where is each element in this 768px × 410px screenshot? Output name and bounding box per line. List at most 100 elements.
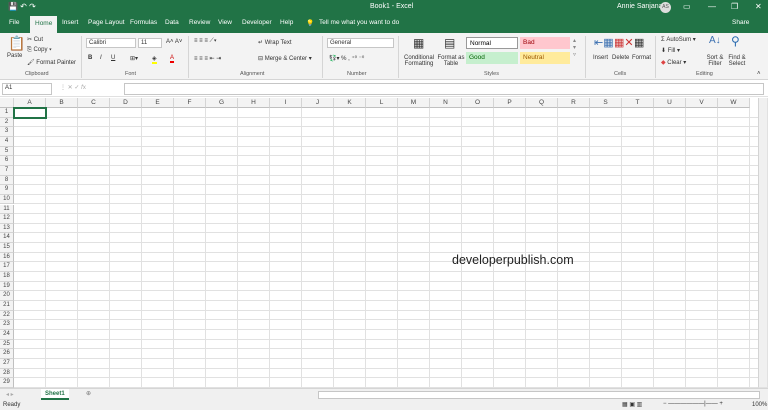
column-header[interactable]: O	[462, 98, 494, 108]
column-header[interactable]: V	[686, 98, 718, 108]
font-name-select[interactable]: Calibri	[86, 38, 136, 48]
maximize-icon[interactable]: ❐	[731, 2, 738, 11]
row-header[interactable]: 12	[0, 214, 14, 224]
column-header[interactable]: I	[270, 98, 302, 108]
row-header[interactable]: 15	[0, 243, 14, 253]
row-header[interactable]: 5	[0, 146, 14, 157]
styles-scroll[interactable]: ▴ ▾ ▿	[573, 37, 576, 58]
sheet-tab-sheet1[interactable]: Sheet1	[41, 389, 69, 400]
row-header[interactable]: 17	[0, 262, 14, 273]
minimize-icon[interactable]: —	[708, 2, 716, 11]
column-header[interactable]: W	[718, 98, 750, 108]
column-header[interactable]: D	[110, 98, 142, 108]
formula-input[interactable]	[124, 83, 764, 95]
column-header[interactable]: L	[366, 98, 398, 108]
row-header[interactable]: 20	[0, 291, 14, 301]
copy-button[interactable]: ⎘ Copy ▾	[27, 47, 52, 54]
column-header[interactable]: U	[654, 98, 686, 108]
active-cell-a1[interactable]	[13, 107, 47, 119]
underline-button[interactable]: U	[111, 55, 115, 61]
vertical-align-icons[interactable]: ≡ ≡ ≡ ⟋▾	[194, 38, 217, 45]
close-icon[interactable]: ✕	[755, 2, 762, 11]
paste-icon[interactable]: 📋	[8, 35, 25, 52]
row-header[interactable]: 10	[0, 194, 14, 205]
formula-icons[interactable]: ⋮ ✕ ✓ 𝑓x	[60, 84, 86, 92]
column-header[interactable]: T	[622, 98, 654, 108]
sort-filter-button[interactable]: Sort & Filter	[705, 55, 725, 67]
column-header[interactable]: M	[398, 98, 430, 108]
column-header[interactable]: Q	[526, 98, 558, 108]
column-header[interactable]: C	[78, 98, 110, 108]
number-format-select[interactable]: General	[327, 38, 394, 48]
view-buttons[interactable]: ▦ ▣ ▥	[622, 401, 642, 408]
row-header[interactable]: 18	[0, 272, 14, 282]
format-painter-button[interactable]: 🖌 Format Painter	[27, 59, 76, 66]
column-header[interactable]: B	[46, 98, 78, 108]
tab-view[interactable]: View	[218, 19, 232, 26]
column-header[interactable]: F	[174, 98, 206, 108]
column-header[interactable]: N	[430, 98, 462, 108]
fill-button[interactable]: ⬇ Fill ▾	[661, 47, 680, 54]
user-name[interactable]: Annie Sanjana	[617, 3, 663, 10]
column-header[interactable]: E	[142, 98, 174, 108]
tab-formulas[interactable]: Formulas	[130, 19, 157, 26]
avatar[interactable]: AS	[660, 2, 671, 13]
merge-center-button[interactable]: ⊟ Merge & Center ▾	[258, 55, 312, 62]
ribbon-display-icon[interactable]: ▭	[683, 2, 691, 11]
clear-button[interactable]: ◆ Clear ▾	[661, 59, 686, 66]
column-header[interactable]: H	[238, 98, 270, 108]
delete-cells-button[interactable]: Delete	[612, 55, 629, 61]
share-button[interactable]: Share	[732, 19, 749, 26]
row-header[interactable]: 27	[0, 358, 14, 369]
font-size-select[interactable]: 11	[138, 38, 162, 48]
autosum-button[interactable]: Σ AutoSum ▾	[661, 36, 696, 43]
tab-home[interactable]: Home	[30, 16, 58, 33]
borders-icon[interactable]: ⊞▾	[130, 55, 138, 62]
paste-button[interactable]: Paste	[7, 53, 22, 59]
row-header[interactable]: 6	[0, 156, 14, 166]
font-color-icon[interactable]: A	[170, 55, 175, 63]
tab-data[interactable]: Data	[165, 19, 179, 26]
tell-me-search[interactable]: Tell me what you want to do	[319, 19, 399, 26]
save-icon[interactable]: 💾 ↶ ↷	[8, 2, 36, 11]
tab-file[interactable]: File	[9, 19, 19, 26]
conditional-formatting-button[interactable]: Conditional Formatting	[402, 55, 436, 67]
row-header[interactable]: 19	[0, 281, 14, 292]
style-good[interactable]: Good	[466, 52, 518, 64]
select-all-corner[interactable]	[0, 98, 14, 108]
number-format-icons[interactable]: 💱▾ % , ⁺⁰ ⁻⁰	[329, 55, 364, 62]
row-header[interactable]: 28	[0, 368, 14, 379]
tab-page-layout[interactable]: Page Layout	[88, 19, 125, 26]
row-header[interactable]: 23	[0, 320, 14, 330]
tab-review[interactable]: Review	[189, 19, 210, 26]
bold-button[interactable]: B	[88, 55, 92, 61]
horizontal-scrollbar[interactable]	[318, 391, 760, 399]
row-header[interactable]: 7	[0, 165, 14, 176]
format-cells-button[interactable]: Format	[632, 55, 651, 61]
zoom-slider[interactable]: − ——————|—— +	[663, 401, 723, 407]
add-sheet-icon[interactable]: ⊕	[86, 390, 91, 397]
row-header[interactable]: 4	[0, 136, 14, 147]
row-header[interactable]: 14	[0, 233, 14, 244]
fill-color-icon[interactable]: ◈	[152, 55, 157, 64]
sheet-nav-arrows[interactable]: ◂ ▸	[6, 391, 14, 398]
row-header[interactable]: 16	[0, 252, 14, 263]
horizontal-align-icons[interactable]: ≡ ≡ ≡ ⇤ ⇥	[194, 55, 221, 62]
name-box[interactable]: A1	[2, 83, 52, 95]
style-normal[interactable]: Normal	[466, 37, 518, 49]
column-header[interactable]: R	[558, 98, 590, 108]
column-header[interactable]: S	[590, 98, 622, 108]
italic-button[interactable]: I	[100, 55, 102, 61]
column-header[interactable]: J	[302, 98, 334, 108]
row-header[interactable]: 1	[0, 108, 14, 118]
insert-cells-button[interactable]: Insert	[593, 55, 608, 61]
row-header[interactable]: 24	[0, 329, 14, 340]
row-header[interactable]: 3	[0, 127, 14, 137]
tab-help[interactable]: Help	[280, 19, 293, 26]
column-header[interactable]: K	[334, 98, 366, 108]
row-header[interactable]: 26	[0, 349, 14, 359]
zoom-level[interactable]: 100%	[752, 402, 767, 408]
row-header[interactable]: 2	[0, 117, 14, 128]
row-header[interactable]: 22	[0, 310, 14, 321]
style-bad[interactable]: Bad	[520, 37, 570, 49]
